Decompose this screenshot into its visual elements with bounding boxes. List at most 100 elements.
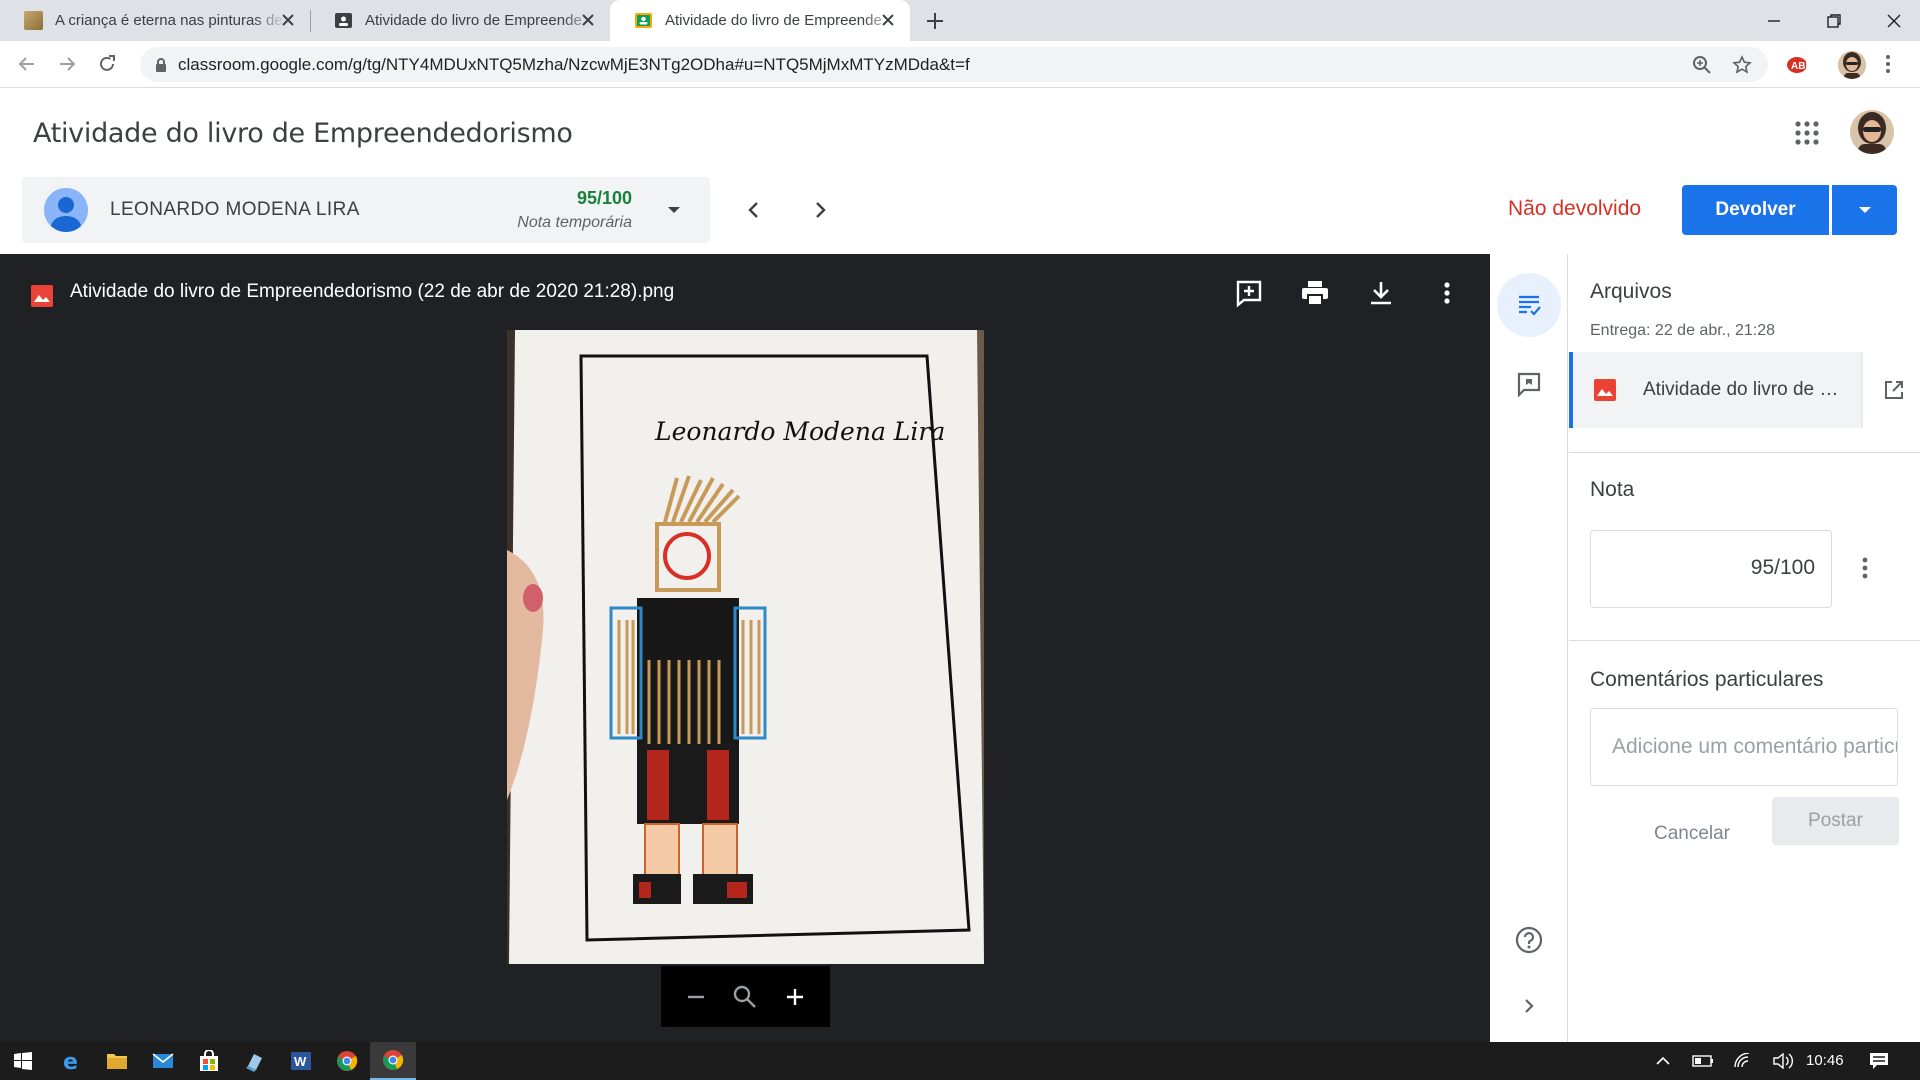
submission-status: Não devolvido — [1508, 197, 1642, 220]
chevron-right-icon — [1525, 999, 1534, 1013]
close-window-button[interactable] — [1864, 0, 1920, 41]
mail-icon — [152, 1053, 174, 1068]
browser-tab-3-active[interactable]: Atividade do livro de Empreende — [610, 0, 910, 41]
more-vert-icon[interactable] — [1851, 554, 1879, 582]
back-button[interactable] — [14, 51, 40, 77]
taskbar-app[interactable] — [232, 1042, 278, 1080]
caret-down-icon[interactable] — [666, 202, 682, 218]
previous-student-button[interactable] — [740, 196, 768, 224]
return-options-button[interactable] — [1832, 185, 1897, 235]
viewer-file-title: Atividade do livro de Empreendedorismo (… — [70, 281, 675, 302]
post-button[interactable]: Postar — [1772, 797, 1899, 845]
student-name: LEONARDO MODENA LIRA — [110, 199, 360, 220]
student-grade: 95/100 — [576, 188, 632, 208]
attachment-row[interactable]: Atividade do livro de Empreendedorismo — [1569, 352, 1920, 428]
student-selector[interactable]: LEONARDO MODENA LIRA 95/100 Nota temporá… — [22, 177, 710, 243]
files-tab-button[interactable] — [1497, 273, 1561, 337]
taskbar-store[interactable] — [186, 1042, 232, 1080]
side-rail — [1490, 254, 1568, 1042]
close-icon — [1887, 14, 1901, 27]
account-avatar[interactable] — [1850, 110, 1894, 154]
painting-favicon-icon — [24, 11, 43, 30]
minus-icon — [687, 995, 704, 998]
minimize-button[interactable] — [1744, 0, 1804, 41]
taskbar-edge[interactable]: e — [48, 1042, 94, 1080]
divider — [1569, 640, 1920, 641]
files-heading: Arquivos — [1590, 280, 1672, 303]
extension-icon[interactable]: ABP — [1786, 55, 1808, 75]
next-student-button[interactable] — [806, 196, 834, 224]
close-icon[interactable] — [280, 12, 296, 28]
download-icon[interactable] — [1366, 278, 1396, 308]
open-in-new-button[interactable] — [1861, 352, 1920, 428]
windows-logo-icon — [14, 1052, 32, 1070]
reload-button[interactable] — [94, 51, 120, 77]
zoom-in-button[interactable] — [781, 983, 809, 1011]
minimize-icon — [1768, 19, 1780, 22]
browser-toolbar: classroom.google.com/g/tg/NTY4MDUxNTQ5Mz… — [0, 41, 1920, 88]
close-icon[interactable] — [880, 12, 896, 28]
more-vert-icon[interactable] — [1432, 278, 1462, 308]
print-icon[interactable] — [1300, 278, 1330, 308]
start-button[interactable] — [0, 1042, 46, 1080]
folder-icon — [107, 1054, 127, 1069]
battery-icon — [1692, 1055, 1713, 1067]
profile-avatar[interactable] — [1838, 51, 1866, 79]
tab-title: Atividade do livro de Empreende — [665, 12, 882, 29]
svg-text:ABP: ABP — [1791, 61, 1808, 72]
chrome-menu-icon[interactable] — [1884, 53, 1892, 75]
image-file-icon — [1594, 379, 1616, 401]
tab-title: A criança é eterna nas pinturas de — [55, 12, 283, 29]
grade-status-note: Nota temporária — [517, 214, 632, 231]
windows-taskbar: e W 10:46 — [0, 1042, 1920, 1080]
wifi-icon — [1734, 1053, 1750, 1068]
restore-button[interactable] — [1804, 0, 1864, 41]
drawing-name-text: Leonardo Modena Lira — [654, 417, 945, 446]
browser-tab-1[interactable]: A criança é eterna nas pinturas de — [0, 0, 310, 41]
app-tile-icon — [246, 1054, 262, 1072]
add-comment-icon[interactable] — [1234, 278, 1264, 308]
arrow-right-icon — [60, 57, 76, 71]
close-icon[interactable] — [580, 12, 596, 28]
chrome-icon — [337, 1051, 358, 1071]
zoom-reset-button[interactable] — [731, 983, 759, 1011]
zoom-icon[interactable] — [1692, 55, 1712, 75]
apps-grid-icon[interactable] — [1794, 120, 1820, 146]
store-bag-icon — [200, 1050, 218, 1071]
word-icon: W — [291, 1052, 311, 1070]
taskbar-file-explorer[interactable] — [94, 1042, 140, 1080]
cancel-button[interactable]: Cancelar — [1629, 810, 1755, 858]
collapse-panel-button[interactable] — [1497, 974, 1561, 1038]
open-in-new-icon — [1884, 381, 1903, 399]
divider — [1569, 452, 1920, 453]
private-comment-input[interactable]: Adicione um comentário particular... — [1590, 708, 1898, 786]
person-icon — [44, 188, 88, 232]
zoom-out-button[interactable] — [682, 983, 710, 1011]
taskbar-mail[interactable] — [140, 1042, 186, 1080]
browser-tab-2[interactable]: Atividade do livro de Empreende — [310, 0, 610, 41]
assignment-list-icon — [1519, 295, 1541, 316]
plus-icon — [787, 988, 804, 1005]
system-clock[interactable]: 10:46 — [1806, 1052, 1844, 1069]
taskbar-chrome-active[interactable] — [370, 1042, 416, 1080]
feedback-icon — [1517, 372, 1541, 397]
new-tab-icon[interactable] — [922, 8, 948, 34]
return-button[interactable]: Devolver — [1682, 185, 1829, 235]
arrow-left-icon — [18, 57, 34, 71]
grade-input[interactable]: 95/100 — [1590, 530, 1832, 608]
help-icon — [1515, 926, 1543, 954]
taskbar-chrome[interactable] — [324, 1042, 370, 1080]
action-center-button[interactable] — [1856, 1042, 1902, 1080]
volume-icon — [1773, 1053, 1793, 1069]
comments-tab-button[interactable] — [1497, 352, 1561, 416]
bookmark-star-icon[interactable] — [1732, 55, 1752, 75]
taskbar-word[interactable]: W — [278, 1042, 324, 1080]
delivered-timestamp: Entrega: 22 de abr., 21:28 — [1590, 322, 1776, 339]
help-button[interactable] — [1497, 908, 1561, 972]
tray-volume[interactable] — [1760, 1042, 1806, 1080]
address-bar[interactable]: classroom.google.com/g/tg/NTY4MDUxNTQ5Mz… — [140, 47, 1768, 82]
chrome-icon — [383, 1050, 404, 1070]
tab-title: Atividade do livro de Empreende — [365, 12, 582, 29]
forward-button[interactable] — [54, 51, 80, 77]
notification-icon — [1870, 1053, 1888, 1069]
